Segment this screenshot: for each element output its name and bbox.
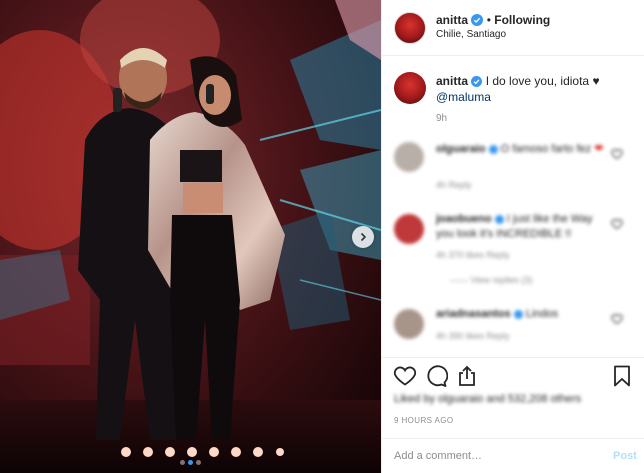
comment-body: O famoso farto fez bbox=[500, 143, 592, 155]
heart-icon[interactable] bbox=[611, 313, 623, 325]
caption-heart: ♥ bbox=[592, 74, 600, 88]
header-line: anitta • Following bbox=[436, 13, 550, 27]
chevron-right-icon bbox=[360, 232, 367, 242]
instagram-post: anitta • Following Chilie, Santiago anit… bbox=[0, 0, 644, 473]
header-separator: • bbox=[486, 13, 491, 27]
verified-icon bbox=[513, 310, 523, 319]
share-icon[interactable] bbox=[455, 364, 479, 388]
caption-username[interactable]: anitta bbox=[436, 74, 468, 88]
heart-icon[interactable] bbox=[611, 218, 623, 230]
verified-icon bbox=[494, 215, 504, 224]
caption: anitta I do love you, idiota ♥ @maluma bbox=[436, 73, 636, 105]
verified-icon bbox=[471, 76, 483, 87]
comment-icon[interactable] bbox=[424, 364, 448, 388]
comment-username[interactable]: joaobueno bbox=[436, 213, 492, 225]
comment-meta: 4h 370 likes Reply bbox=[436, 250, 510, 260]
mention-link[interactable]: @maluma bbox=[436, 90, 491, 104]
comment-input[interactable] bbox=[394, 447, 594, 465]
caption-text: I do love you, idiota bbox=[485, 74, 590, 88]
comment-meta: 4h Reply bbox=[436, 180, 472, 190]
post-timestamp: 9 HOURS AGO bbox=[394, 416, 454, 425]
following-button[interactable]: Following bbox=[494, 13, 550, 27]
comment-emoji: ❤ bbox=[594, 143, 604, 155]
view-replies-link[interactable]: —— View replies (3) bbox=[450, 275, 532, 285]
verified-icon bbox=[488, 145, 498, 154]
comment-username[interactable]: olguaraio bbox=[436, 143, 486, 155]
likes-summary[interactable]: Liked by olguaraio and 532,208 others bbox=[394, 393, 581, 405]
comment-text: joaobueno I just like the Way you look i… bbox=[436, 212, 606, 242]
verified-icon bbox=[471, 14, 484, 26]
bookmark-icon[interactable] bbox=[610, 364, 634, 388]
comment-body: Lindos bbox=[525, 308, 559, 320]
comment-avatar[interactable] bbox=[394, 142, 424, 172]
comment-avatar[interactable] bbox=[394, 309, 424, 339]
comment-text: ariadnasantos Lindos bbox=[436, 307, 606, 322]
heart-icon[interactable] bbox=[393, 364, 417, 388]
carousel-indicator bbox=[0, 460, 381, 465]
comment-text: olguaraio O famoso farto fez ❤ bbox=[436, 142, 606, 157]
caption-time: 9h bbox=[436, 113, 448, 124]
post-details: anitta • Following Chilie, Santiago anit… bbox=[381, 0, 644, 473]
action-bar bbox=[382, 357, 644, 393]
post-photo[interactable] bbox=[0, 0, 381, 473]
caption-avatar[interactable] bbox=[394, 72, 426, 104]
carousel-dot bbox=[180, 460, 185, 465]
comment-meta: 4h 390 likes Reply bbox=[436, 331, 510, 341]
header-username[interactable]: anitta bbox=[436, 13, 468, 27]
post-header: anitta • Following Chilie, Santiago bbox=[382, 0, 644, 56]
next-photo-button[interactable] bbox=[352, 226, 374, 248]
comment-username[interactable]: ariadnasantos bbox=[436, 308, 511, 320]
carousel-dot bbox=[196, 460, 201, 465]
post-button[interactable]: Post bbox=[613, 450, 637, 462]
add-comment-bar: Post bbox=[382, 438, 644, 473]
carousel-dot-active bbox=[188, 460, 193, 465]
concert-photo bbox=[0, 0, 381, 473]
avatar[interactable] bbox=[394, 12, 426, 44]
location-link[interactable]: Chilie, Santiago bbox=[436, 29, 506, 40]
comment-avatar[interactable] bbox=[394, 214, 424, 244]
heart-icon[interactable] bbox=[611, 148, 623, 160]
